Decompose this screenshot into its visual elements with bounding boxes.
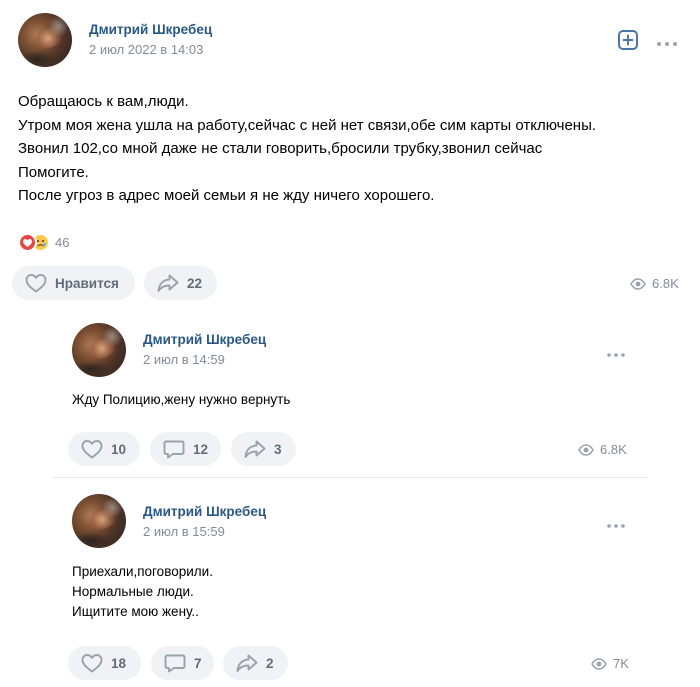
like-button[interactable]: 18	[68, 646, 141, 680]
like-count: 18	[111, 655, 127, 671]
reply-author[interactable]: Дмитрий Шкребец	[143, 332, 266, 347]
post-text-line: Обращаюсь к вам,люди.	[18, 93, 189, 110]
post-text-line: Помогите.	[18, 163, 89, 181]
reply-text-line: Ищитите мою жену..	[72, 604, 199, 619]
share-button[interactable]: 22	[144, 266, 217, 300]
share-count: 2	[266, 655, 274, 671]
comment-icon	[164, 654, 186, 673]
reply-text: Жду Полицию,жену нужно вернуть	[72, 390, 290, 410]
eye-icon	[591, 657, 607, 670]
comment-count: 12	[193, 441, 209, 457]
reply-author[interactable]: Дмитрий Шкребец	[143, 504, 266, 519]
post-text-line: После угроз в адрес моей семьи я не жду …	[18, 187, 435, 204]
post-author[interactable]: Дмитрий Шкребец	[89, 22, 212, 37]
like-button[interactable]: 10	[68, 432, 140, 466]
reply-date[interactable]: 2 июл в 14:59	[143, 352, 225, 367]
avatar[interactable]	[18, 13, 72, 67]
reactions-count: 46	[55, 235, 70, 250]
reactions-summary[interactable]: 46	[18, 233, 69, 252]
comment-count: 7	[194, 655, 202, 671]
share-arrow-icon	[244, 440, 266, 458]
post-date[interactable]: 2 июл 2022 в 14:03	[89, 42, 203, 57]
views-counter: 6.8K	[578, 442, 627, 457]
share-arrow-icon	[157, 274, 179, 292]
eye-icon	[578, 443, 594, 456]
wall-post: Дмитрий Шкребец 2 июл 2022 в 14:03 Обращ…	[0, 0, 700, 687]
post-text-line: Утром моя жена ушла на работу,сейчас с н…	[18, 116, 597, 134]
more-horizontal-icon[interactable]	[656, 36, 678, 46]
like-button[interactable]: Нравится	[12, 266, 135, 300]
more-horizontal-icon[interactable]	[606, 517, 626, 528]
share-button[interactable]: 3	[231, 432, 296, 466]
comment-icon	[163, 440, 185, 459]
reply-avatar[interactable]	[72, 494, 126, 548]
reply-text-line: Приехали,поговорили.	[72, 564, 213, 579]
share-count: 22	[187, 275, 203, 291]
post-text-line: Звонил 102,со мной даже не стали говорит…	[18, 140, 543, 157]
reply-text: Приехали,поговорили. Нормальные люди. Ищ…	[72, 562, 213, 622]
share-button[interactable]: 2	[223, 646, 288, 680]
views-count: 6.8K	[600, 442, 627, 457]
heart-reaction-icon	[18, 233, 37, 252]
more-horizontal-icon[interactable]	[606, 346, 626, 357]
add-square-icon[interactable]	[617, 29, 639, 51]
heart-outline-icon	[81, 440, 103, 459]
post-text: Обращаюсь к вам,люди. Утром моя жена ушл…	[18, 90, 688, 208]
views-counter: 6.8K	[630, 276, 679, 291]
share-arrow-icon	[236, 654, 258, 672]
views-count: 7K	[613, 656, 629, 671]
comment-button[interactable]: 7	[151, 646, 214, 680]
reply-date[interactable]: 2 июл в 15:59	[143, 524, 225, 539]
heart-outline-icon	[81, 654, 103, 673]
share-count: 3	[274, 441, 282, 457]
like-label: Нравится	[55, 275, 119, 291]
reply-text-line: Жду Полицию,жену нужно вернуть	[72, 392, 291, 407]
comment-button[interactable]: 12	[150, 432, 221, 466]
eye-icon	[630, 277, 646, 290]
views-counter: 7K	[591, 656, 629, 671]
reply-divider	[54, 477, 648, 478]
heart-outline-icon	[25, 274, 47, 293]
reply-text-line: Нормальные люди.	[72, 584, 194, 599]
views-count: 6.8K	[652, 276, 679, 291]
like-count: 10	[111, 441, 127, 457]
reply-avatar[interactable]	[72, 323, 126, 377]
